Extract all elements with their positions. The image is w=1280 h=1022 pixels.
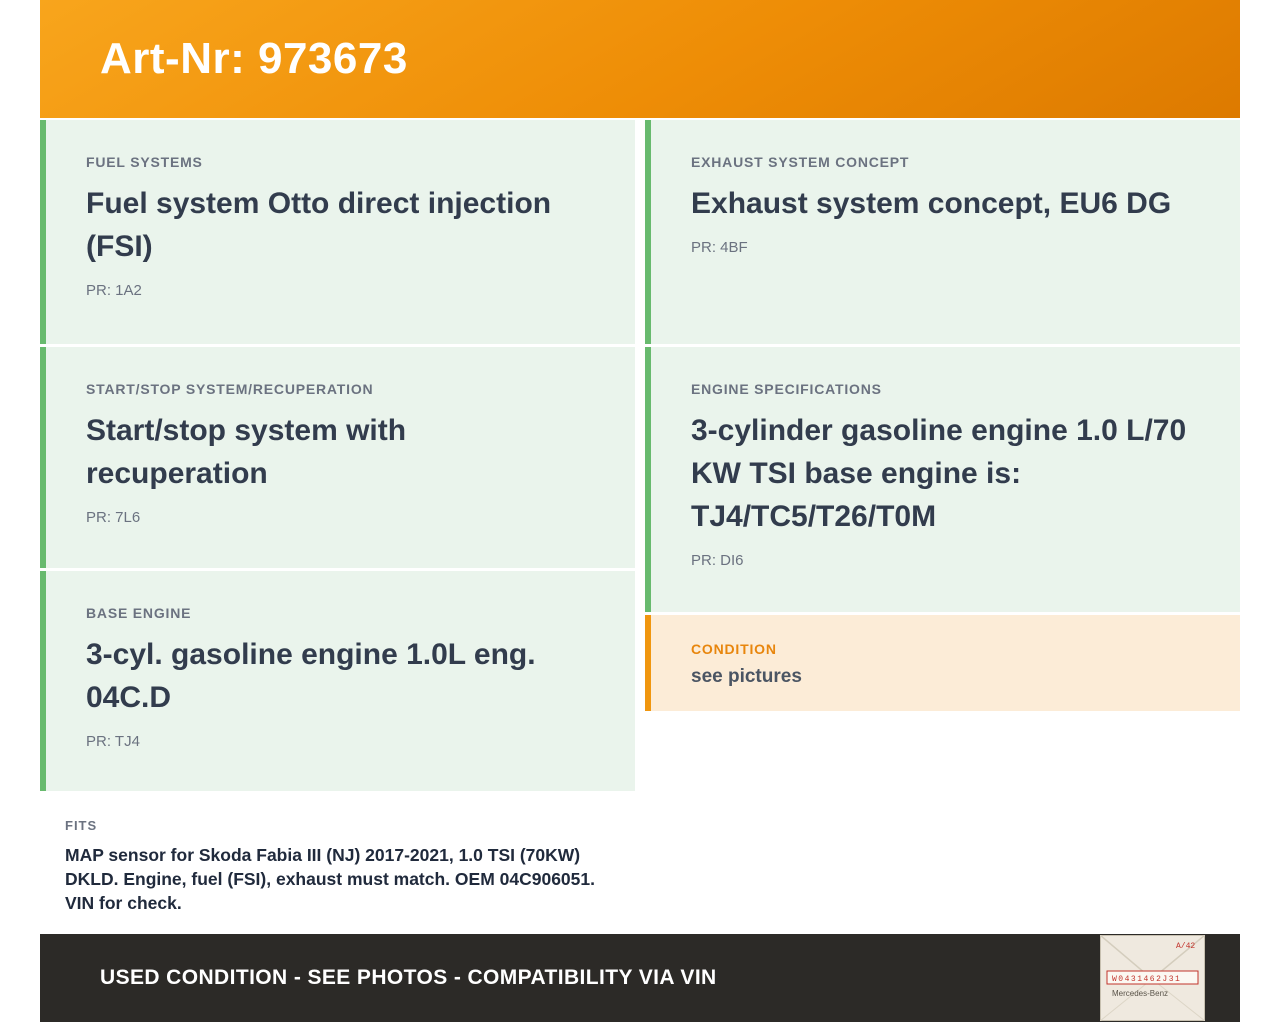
card-pr-code: PR: 4BF: [691, 238, 748, 256]
card-label: ENGINE SPECIFICATIONS: [691, 381, 882, 397]
card-label: FUEL SYSTEMS: [86, 154, 203, 170]
card-title: 3-cyl. gasoline engine 1.0L eng. 04C.D: [86, 638, 536, 714]
card-pr-code: PR: 1A2: [86, 281, 142, 299]
card-engine-specifications: ENGINE SPECIFICATIONS 3-cylinder gasolin…: [645, 347, 1240, 612]
card-title: 3-cylinder gasoline engine 1.0 L/70 KW T…: [691, 414, 1187, 533]
card-exhaust-system: EXHAUST SYSTEM CONCEPT Exhaust system co…: [645, 120, 1240, 344]
condition-label: CONDITION: [691, 641, 777, 657]
left-column: FUEL SYSTEMS Fuel system Otto direct inj…: [40, 120, 635, 932]
card-label: START/STOP SYSTEM/RECUPERATION: [86, 381, 374, 397]
article-number-header: Art-Nr: 973673: [40, 0, 1240, 118]
card-condition: CONDITION see pictures: [645, 615, 1240, 711]
card-fits: FITS MAP sensor for Skoda Fabia III (NJ)…: [40, 794, 635, 932]
condition-text: see pictures: [691, 666, 802, 687]
card-pr-code: PR: DI6: [691, 551, 744, 569]
sticker-corner-text: A/42: [1176, 942, 1195, 951]
card-title: Exhaust system concept, EU6 DG: [691, 187, 1172, 220]
card-base-engine: BASE ENGINE 3-cyl. gasoline engine 1.0L …: [40, 571, 635, 791]
article-number-title: Art-Nr: 973673: [100, 34, 408, 83]
fits-label: FITS: [65, 818, 98, 833]
footer-text: USED CONDITION - SEE PHOTOS - COMPATIBIL…: [100, 966, 717, 989]
card-fuel-systems: FUEL SYSTEMS Fuel system Otto direct inj…: [40, 120, 635, 344]
sticker-code-text: W0431462J31: [1112, 975, 1181, 984]
card-title: Start/stop system with recuperation: [86, 414, 407, 490]
card-label: EXHAUST SYSTEM CONCEPT: [691, 154, 910, 170]
sticker-caption-text: Mercedes-Benz: [1112, 989, 1168, 998]
right-column: EXHAUST SYSTEM CONCEPT Exhaust system co…: [645, 120, 1240, 932]
card-pr-code: PR: 7L6: [86, 508, 141, 526]
card-title: Fuel system Otto direct injection (FSI): [86, 187, 552, 263]
spec-cards-grid: FUEL SYSTEMS Fuel system Otto direct inj…: [40, 120, 1240, 932]
card-start-stop-system: START/STOP SYSTEM/RECUPERATION Start/sto…: [40, 347, 635, 568]
vin-sticker-envelope-image: A/42 W0431462J31 Mercedes-Benz: [1100, 935, 1205, 1021]
fits-description: MAP sensor for Skoda Fabia III (NJ) 2017…: [65, 845, 595, 914]
footer-banner: USED CONDITION - SEE PHOTOS - COMPATIBIL…: [40, 934, 1240, 1022]
listing-page: Art-Nr: 973673 FUEL SYSTEMS Fuel system …: [0, 0, 1280, 1022]
card-label: BASE ENGINE: [86, 605, 192, 621]
card-pr-code: PR: TJ4: [86, 732, 140, 750]
